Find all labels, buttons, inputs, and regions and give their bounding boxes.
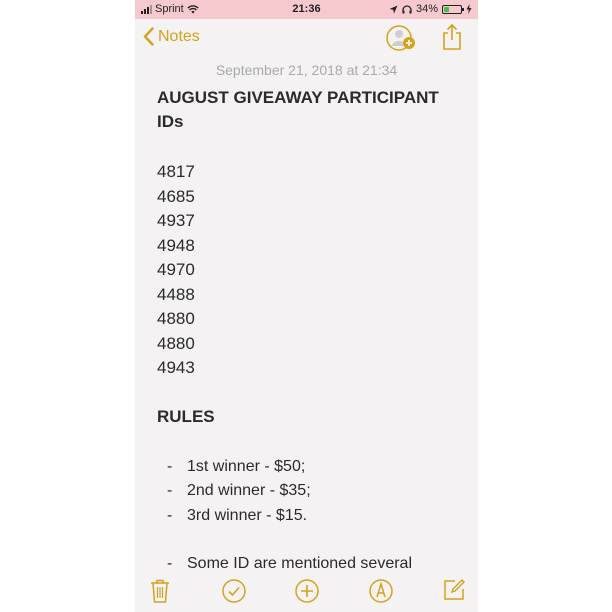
rule-item: - Some ID are mentioned several [157,552,462,577]
add-icon [295,579,319,603]
note-body[interactable]: AUGUST GIVEAWAY PARTICIPANT IDs 4817 468… [157,86,462,577]
add-button[interactable] [294,578,320,609]
rule-dash: - [167,457,173,475]
checklist-icon [222,579,246,603]
participant-id: 4970 [157,260,195,279]
note-title-line: IDs [157,112,184,131]
back-button-label: Notes [158,27,200,45]
share-button[interactable] [441,23,463,56]
rule-text: 3rd winner - $15. [187,506,308,524]
status-right-group: 34% [389,3,472,15]
rule-item: - 3rd winner - $15. [157,504,462,529]
checklist-button[interactable] [221,578,247,609]
participant-id: 4880 [157,309,195,328]
note-title-line: AUGUST GIVEAWAY PARTICIPANT [157,88,439,107]
rule-text: 2nd winner - $35; [187,482,311,499]
participant-id: 4948 [157,235,195,255]
battery-percent: 34% [415,3,438,15]
rule-item: - 2nd winner - $35; [157,479,462,504]
participant-id: 4817 [157,162,195,181]
status-bar: Sprint 21:36 34% [135,0,478,19]
rule-dash: - [167,555,173,572]
rules-list: - 1st winner - $50; - 2nd winner - $35; … [157,455,462,577]
chevron-left-icon [143,27,154,46]
markup-button[interactable] [368,578,394,609]
share-icon [443,23,461,50]
participant-id: 4488 [157,284,195,304]
add-people-button[interactable] [385,24,417,57]
back-button[interactable]: Notes [143,27,200,46]
rules-heading: RULES [157,406,215,426]
participant-id: 4943 [157,358,195,377]
compose-icon [444,579,465,600]
rule-text: 1st winner - $50; [187,457,306,475]
note-date: September 21, 2018 at 21:34 [215,62,398,78]
location-arrow-icon [389,5,398,13]
compose-button[interactable] [442,578,466,607]
rule-item: - 1st winner - $50; [157,455,462,480]
participant-id: 4685 [157,186,195,206]
add-people-icon [386,25,415,51]
markup-icon [369,579,393,603]
rule-dash: - [167,506,173,524]
bottom-toolbar [135,574,478,612]
charging-bolt-icon [466,4,472,14]
battery-icon [442,4,464,14]
delete-button[interactable] [149,578,171,609]
participant-id: 4880 [157,333,195,353]
headphones-icon [402,4,412,13]
phone-screen: Sprint 21:36 34% Notes September 21, 201… [135,0,478,612]
rule-dash: - [167,482,173,499]
participant-id: 4937 [157,211,195,230]
rule-text: Some ID are mentioned several [187,555,412,572]
participant-id-list: 4817 4685 4937 4948 4970 4488 4880 4880 … [157,160,462,381]
trash-icon [151,579,169,603]
nav-bar: Notes [135,19,478,59]
note-title: AUGUST GIVEAWAY PARTICIPANT IDs [157,86,462,134]
